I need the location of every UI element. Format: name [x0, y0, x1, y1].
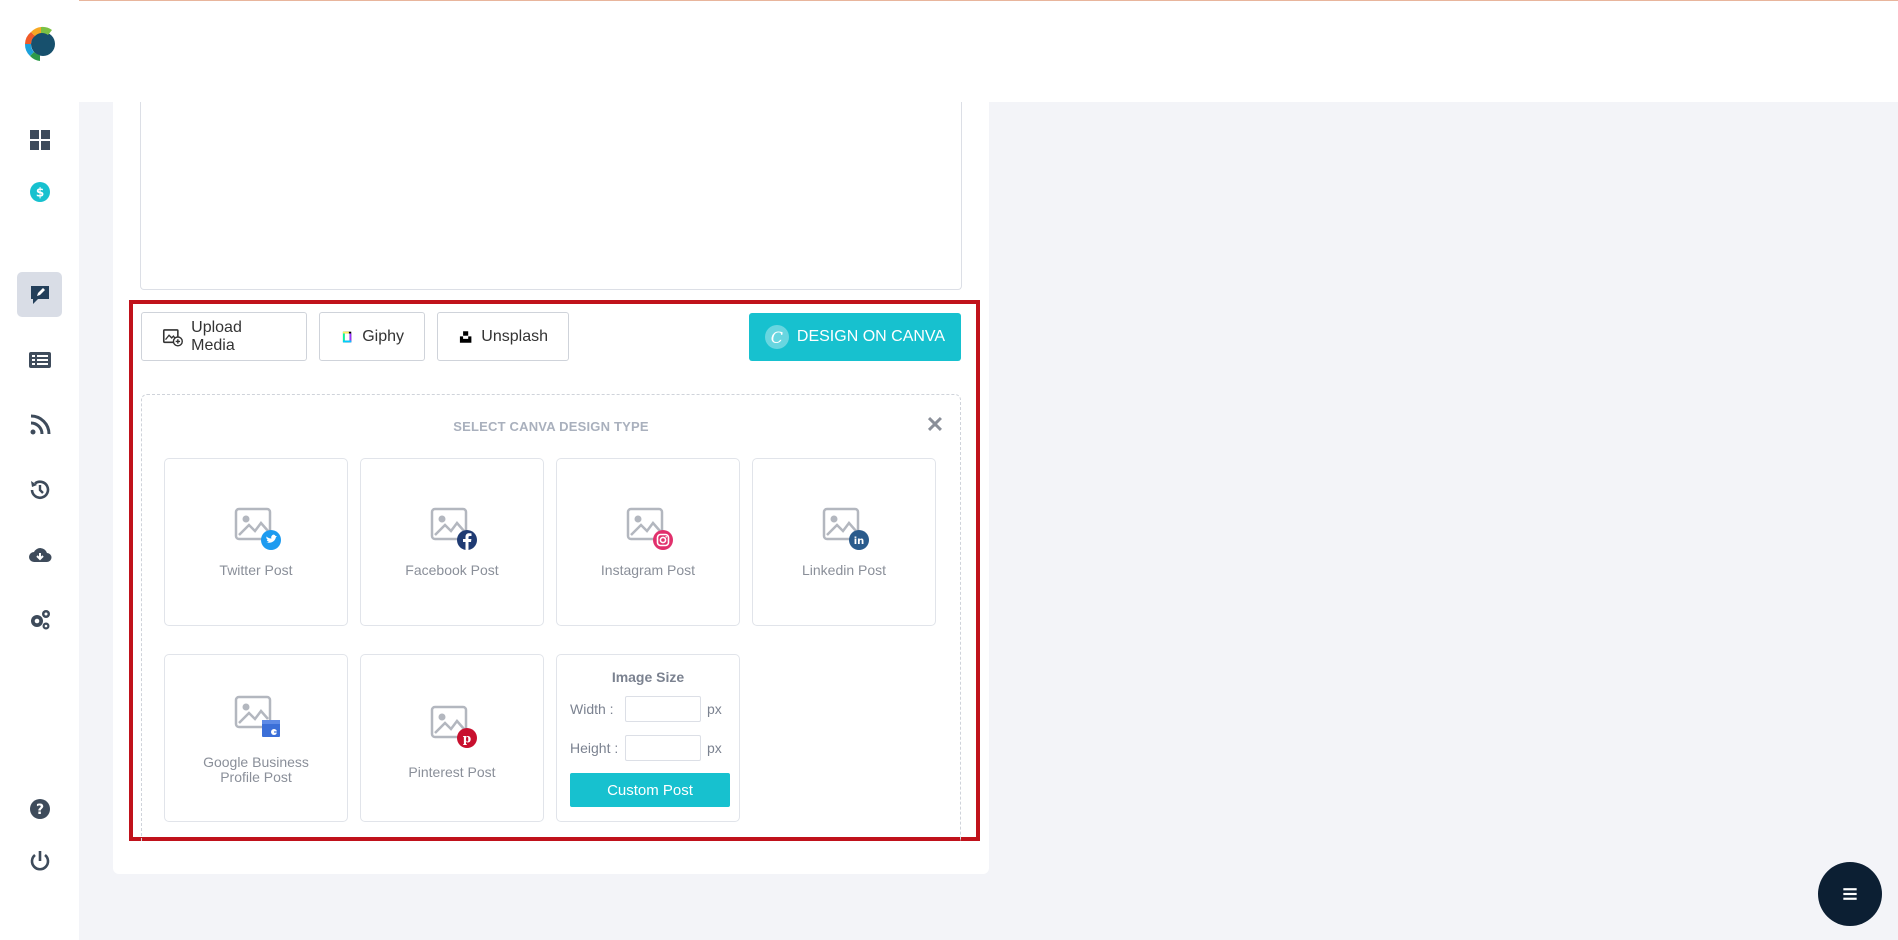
upload-media-button[interactable]: Upload Media — [141, 312, 307, 361]
custom-size-panel: Image Size Width : px Height : px Custom… — [556, 654, 740, 822]
nav-settings[interactable] — [17, 597, 62, 642]
nav-cloud-download[interactable] — [17, 532, 62, 577]
width-label: Width : — [570, 701, 614, 717]
close-icon[interactable]: ✕ — [924, 412, 946, 437]
dashboard-icon — [29, 129, 50, 150]
giphy-button[interactable]: Giphy — [319, 312, 425, 361]
giphy-icon — [342, 331, 352, 342]
logout-icon — [30, 850, 49, 870]
height-label: Height : — [570, 740, 619, 756]
svg-text:p: p — [463, 732, 471, 746]
hamburger-menu-icon — [1843, 888, 1857, 900]
pricing-icon: $ — [29, 181, 50, 202]
history-icon — [30, 479, 49, 499]
unsplash-label: Unsplash — [481, 327, 548, 345]
canva-logo-icon: C — [764, 325, 789, 349]
post-text-editor[interactable] — [140, 102, 962, 290]
design-type-label: Instagram Post — [600, 562, 696, 578]
svg-text:?: ? — [35, 802, 43, 818]
nav-dashboard[interactable] — [17, 117, 62, 162]
svg-text:$: $ — [35, 185, 43, 199]
design-on-canva-label: DESIGN ON CANVA — [796, 328, 946, 345]
image-size-title: Image Size — [611, 669, 685, 685]
cloud-download-icon — [28, 547, 51, 562]
design-type-pinterest-post[interactable]: p Pinterest Post — [360, 654, 544, 822]
design-type-instagram-post[interactable]: Instagram Post — [556, 458, 740, 626]
image-instagram-icon — [626, 507, 673, 550]
custom-post-button[interactable]: Custom Post — [570, 773, 730, 807]
image-pinterest-icon: p — [430, 705, 477, 748]
nav-rss-feed[interactable] — [17, 402, 62, 447]
design-type-google-business-profile-post[interactable]: Google Business Profile Post — [164, 654, 348, 822]
nav-pricing[interactable]: $ — [17, 169, 62, 214]
design-type-label: Twitter Post — [219, 562, 293, 578]
design-type-linkedin-post[interactable]: in Linkedin Post — [752, 458, 936, 626]
width-input[interactable] — [625, 696, 701, 722]
design-type-facebook-post[interactable]: Facebook Post — [360, 458, 544, 626]
image-twitter-icon — [234, 507, 281, 550]
design-type-label-line2: Profile Post — [220, 769, 292, 785]
floating-menu-button[interactable] — [1818, 862, 1882, 926]
width-unit: px — [707, 701, 722, 717]
design-type-label: Pinterest Post — [408, 764, 496, 780]
upload-media-label: Upload Media — [191, 318, 242, 354]
nav-compose-post[interactable] — [17, 272, 62, 317]
design-type-label-line1: Google Business — [203, 754, 309, 770]
posts-list-icon — [28, 351, 51, 368]
design-type-label: Linkedin Post — [801, 562, 887, 578]
svg-text:in: in — [854, 536, 865, 547]
design-type-label: Facebook Post — [405, 562, 499, 578]
app-logo[interactable] — [22, 24, 60, 62]
image-linkedin-icon: in — [822, 507, 869, 550]
upload-image-icon — [162, 328, 183, 347]
sidebar: $ ? — [0, 0, 79, 940]
settings-icon — [30, 609, 50, 629]
help-icon: ? — [29, 798, 50, 819]
nav-help[interactable]: ? — [17, 786, 62, 831]
height-unit: px — [707, 740, 722, 756]
top-header — [79, 1, 1898, 102]
compose-post-icon — [30, 285, 49, 304]
height-input[interactable] — [625, 735, 701, 761]
design-on-canva-button[interactable]: C DESIGN ON CANVA — [749, 313, 961, 361]
giphy-label: Giphy — [362, 327, 404, 345]
unsplash-icon — [459, 330, 472, 343]
unsplash-button[interactable]: Unsplash — [437, 312, 569, 361]
rss-feed-icon — [30, 414, 50, 434]
nav-posts-list[interactable] — [17, 337, 62, 382]
nav-history[interactable] — [17, 467, 62, 512]
image-google-business-icon — [234, 695, 280, 737]
design-type-twitter-post[interactable]: Twitter Post — [164, 458, 348, 626]
canva-panel-title: SELECT CANVA DESIGN TYPE — [453, 419, 649, 434]
image-facebook-icon — [430, 507, 477, 550]
nav-logout[interactable] — [17, 838, 62, 883]
